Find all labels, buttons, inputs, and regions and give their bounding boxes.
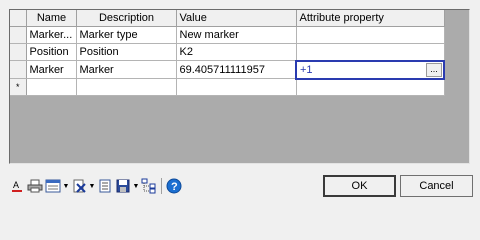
row-header[interactable] <box>10 26 27 44</box>
cell-name[interactable] <box>26 78 77 96</box>
row-header[interactable] <box>10 60 27 79</box>
active-cell-text[interactable]: +1 <box>300 64 313 76</box>
attributes-table: Name Description Value Attribute propert… <box>10 10 445 96</box>
ok-button[interactable]: OK <box>323 175 396 197</box>
new-row: * <box>10 78 445 96</box>
column-header-value[interactable]: Value <box>176 10 297 27</box>
table-row: Marker Marker 69.405711111957 +1 ... <box>10 59 445 80</box>
view-icon[interactable] <box>44 176 62 196</box>
svg-text:A: A <box>13 180 19 190</box>
column-header-name[interactable]: Name <box>26 10 77 27</box>
text-color-icon[interactable]: A <box>8 176 26 196</box>
help-icon[interactable]: ? <box>165 176 183 196</box>
column-header-description[interactable]: Description <box>76 10 177 27</box>
new-row-marker[interactable]: * <box>10 78 27 96</box>
ellipsis-button[interactable]: ... <box>426 62 442 77</box>
cell-attribute-property[interactable] <box>296 26 445 44</box>
row-header[interactable] <box>10 43 27 61</box>
save-icon[interactable] <box>114 176 132 196</box>
document-icon[interactable] <box>96 176 114 196</box>
toolbar-separator <box>161 178 162 194</box>
view-dropdown-arrow-icon[interactable]: ▼ <box>62 176 70 196</box>
cell-value[interactable]: K2 <box>176 43 297 61</box>
cell-name[interactable]: Marker <box>26 60 77 79</box>
header-row: Name Description Value Attribute propert… <box>10 10 445 27</box>
cell-description[interactable]: Marker type <box>76 26 177 44</box>
cell-value[interactable]: 69.405711111957 <box>176 60 297 79</box>
cell-description[interactable]: Position <box>76 43 177 61</box>
cell-description[interactable]: Marker <box>76 60 177 79</box>
attributes-grid: Name Description Value Attribute propert… <box>9 9 470 164</box>
toolbar: A ▼ ▼ ▼ ? <box>8 176 183 196</box>
delete-dropdown-arrow-icon[interactable]: ▼ <box>88 176 96 196</box>
table-row: Marker... Marker type New marker <box>10 26 445 44</box>
table-row: Position Position K2 <box>10 43 445 61</box>
cell-value[interactable] <box>176 78 297 96</box>
cancel-button[interactable]: Cancel <box>400 175 473 197</box>
cell-description[interactable] <box>76 78 177 96</box>
cell-name[interactable]: Marker... <box>26 26 77 44</box>
cell-name[interactable]: Position <box>26 43 77 61</box>
tree-icon[interactable] <box>140 176 158 196</box>
corner-cell[interactable] <box>10 10 27 27</box>
column-header-attribute-property[interactable]: Attribute property <box>296 10 445 27</box>
svg-text:?: ? <box>171 181 178 193</box>
save-dropdown-arrow-icon[interactable]: ▼ <box>132 176 140 196</box>
cell-attribute-property-active[interactable]: +1 ... <box>295 59 445 80</box>
cell-attribute-property[interactable] <box>296 78 445 96</box>
cell-value[interactable]: New marker <box>176 26 297 44</box>
print-icon[interactable] <box>26 176 44 196</box>
delete-icon[interactable] <box>70 176 88 196</box>
cell-attribute-property[interactable] <box>296 43 445 61</box>
